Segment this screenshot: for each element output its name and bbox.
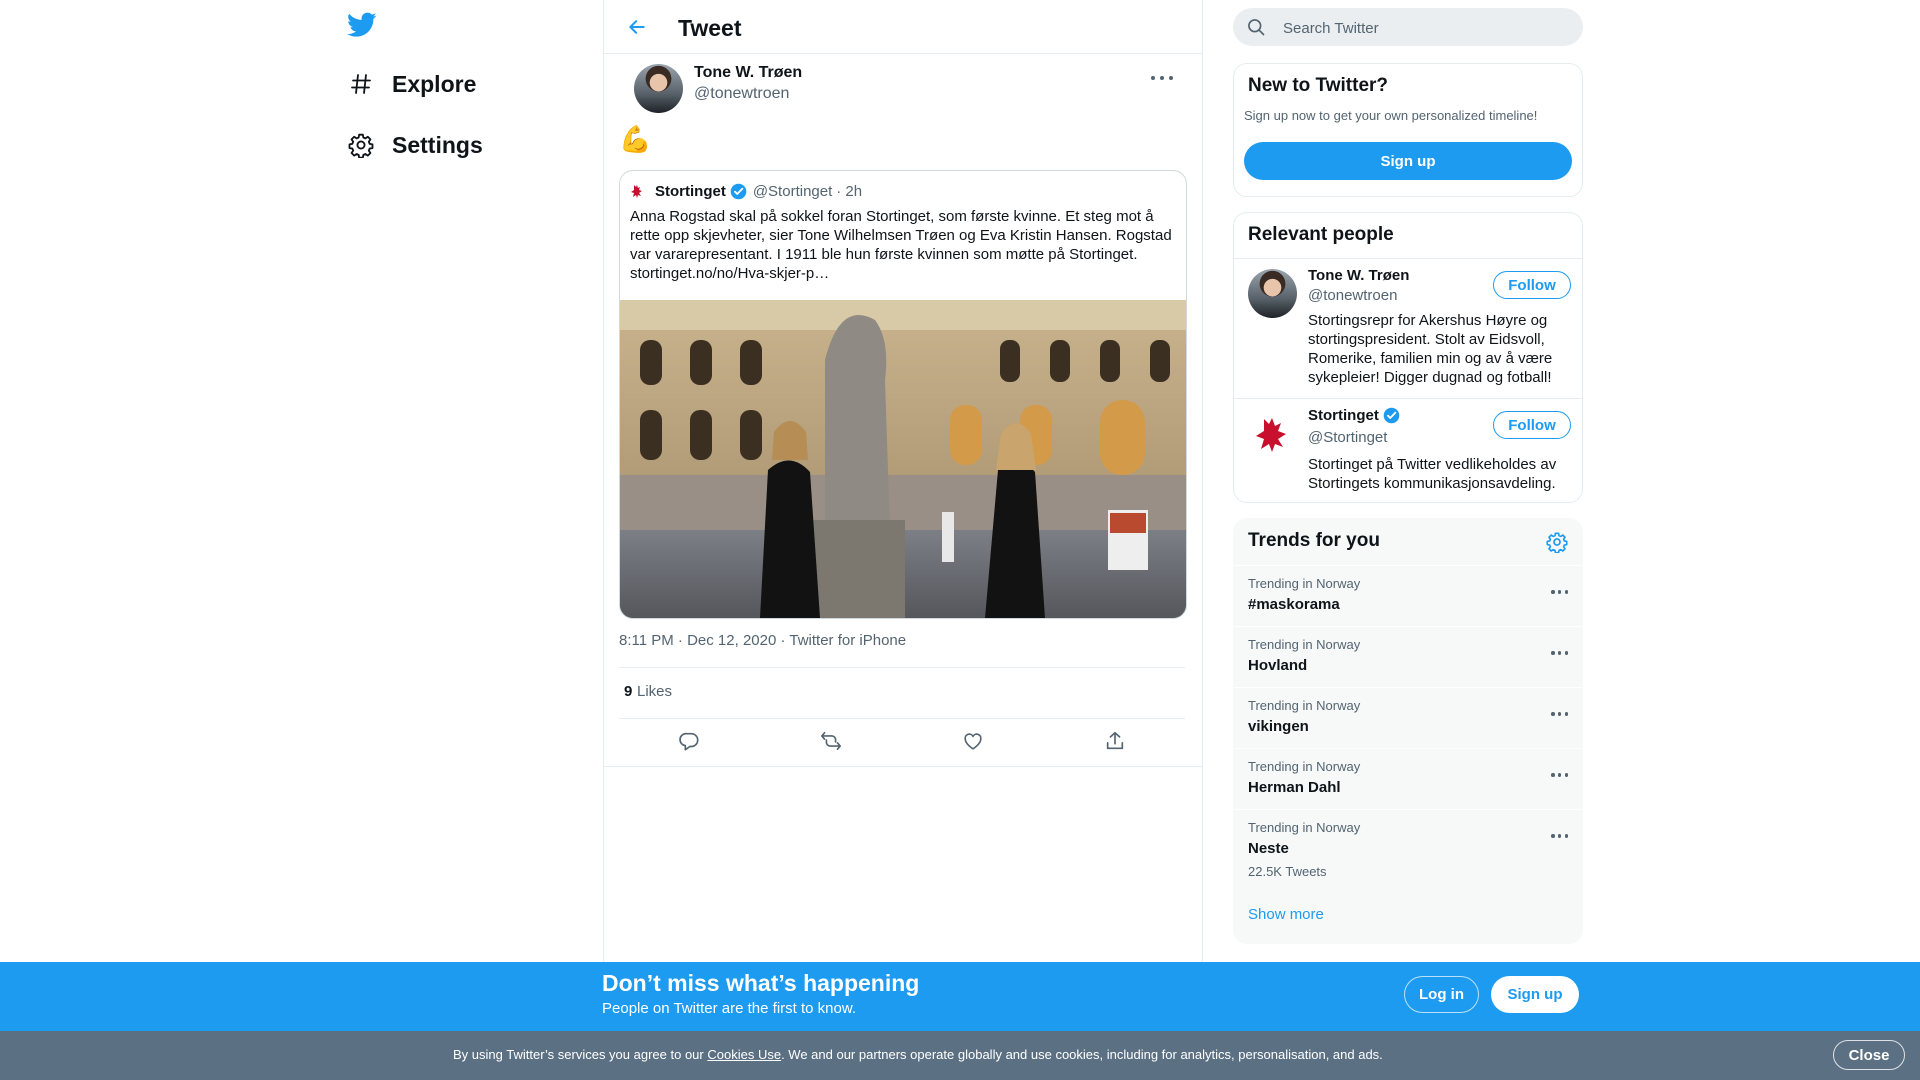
card-title: Relevant people bbox=[1248, 224, 1394, 245]
person-name: Stortinget bbox=[1308, 407, 1379, 424]
nav-item-label: Explore bbox=[392, 70, 477, 97]
likes-row[interactable]: 9 Likes bbox=[619, 667, 1185, 719]
author-name[interactable]: Tone W. Trøen bbox=[694, 64, 802, 82]
card-subtitle: Sign up now to get your own personalized… bbox=[1244, 108, 1538, 123]
like-icon[interactable] bbox=[962, 730, 984, 752]
trend-name: Neste bbox=[1248, 840, 1289, 857]
avatar[interactable] bbox=[634, 64, 683, 113]
search-input[interactable] bbox=[1281, 8, 1575, 48]
signup-banner: Don’t miss what’s happening People on Tw… bbox=[0, 962, 1920, 1031]
trend-context: Trending in Norway bbox=[1248, 698, 1361, 713]
person-handle[interactable]: @Stortinget bbox=[1308, 429, 1387, 446]
trend-context: Trending in Norway bbox=[1248, 576, 1361, 591]
quoted-tweet-photo[interactable] bbox=[620, 300, 1186, 618]
person-bio: Stortinget på Twitter vedlikeholdes av S… bbox=[1308, 456, 1557, 492]
trends-card: Trends for you Trending in Norway #masko… bbox=[1233, 518, 1583, 944]
person-row[interactable]: Tone W. Trøen @tonewtroen Follow Stortin… bbox=[1234, 258, 1582, 399]
trend-name: vikingen bbox=[1248, 718, 1309, 735]
trend-item[interactable]: Trending in Norway Hovland bbox=[1234, 626, 1582, 687]
verified-icon bbox=[1383, 407, 1400, 424]
twitter-bird-icon[interactable] bbox=[347, 12, 381, 40]
stortinget-logo-icon bbox=[630, 183, 646, 199]
more-icon[interactable] bbox=[1151, 70, 1173, 86]
new-to-twitter-card: New to Twitter? Sign up now to get your … bbox=[1233, 63, 1583, 197]
gear-icon bbox=[347, 131, 375, 159]
quoted-time: · 2h bbox=[836, 182, 863, 200]
nav-item-settings[interactable]: Settings bbox=[347, 131, 483, 159]
search-bar[interactable] bbox=[1233, 8, 1583, 48]
quoted-author-name: Stortinget bbox=[655, 182, 726, 200]
sign-up-button[interactable]: Sign up bbox=[1244, 142, 1572, 180]
retweet-icon[interactable] bbox=[820, 730, 842, 752]
tweet-author: Tone W. Trøen @tonewtroen bbox=[619, 54, 1187, 126]
main-header: Tweet bbox=[604, 0, 1202, 54]
avatar[interactable] bbox=[1248, 409, 1297, 458]
quoted-tweet[interactable]: Stortinget @Stortinget · 2h Anna Rogstad… bbox=[619, 170, 1187, 619]
share-icon[interactable] bbox=[1104, 730, 1126, 752]
follow-button[interactable]: Follow bbox=[1493, 271, 1571, 299]
more-icon[interactable] bbox=[1551, 830, 1568, 842]
card-title: Trends for you bbox=[1248, 530, 1380, 551]
search-icon bbox=[1246, 17, 1266, 37]
banner-sign-up-button[interactable]: Sign up bbox=[1491, 976, 1579, 1013]
gear-icon[interactable] bbox=[1546, 531, 1568, 554]
person-name-row[interactable]: Stortinget bbox=[1308, 407, 1400, 424]
main-column: Tweet Tone W. Trøen @tonewtroen 💪 Storti… bbox=[603, 0, 1203, 1080]
hashtag-icon bbox=[347, 70, 375, 98]
tweet-actions bbox=[604, 718, 1202, 767]
banner-subtitle: People on Twitter are the first to know. bbox=[602, 1000, 857, 1017]
cookies-use-link[interactable]: Cookies Use bbox=[707, 1047, 781, 1062]
reply-icon[interactable] bbox=[678, 730, 700, 752]
nav-item-label: Settings bbox=[392, 131, 483, 158]
banner-title: Don’t miss what’s happening bbox=[602, 970, 920, 996]
cookie-text: By using Twitter’s services you agree to… bbox=[453, 1047, 1383, 1062]
likes-label: Likes bbox=[637, 683, 673, 700]
avatar[interactable] bbox=[1248, 269, 1297, 318]
more-icon[interactable] bbox=[1551, 647, 1568, 659]
page-title: Tweet bbox=[678, 15, 742, 41]
close-button[interactable]: Close bbox=[1833, 1040, 1905, 1070]
log-in-button[interactable]: Log in bbox=[1404, 976, 1479, 1013]
person-bio: Stortingsrepr for Akershus Høyre og stor… bbox=[1308, 312, 1553, 386]
more-icon[interactable] bbox=[1551, 586, 1568, 598]
arrow-left-icon[interactable] bbox=[624, 14, 650, 40]
trend-item[interactable]: Trending in Norway vikingen bbox=[1234, 687, 1582, 748]
trend-name: #maskorama bbox=[1248, 596, 1340, 613]
more-icon[interactable] bbox=[1551, 769, 1568, 781]
person-row[interactable]: Stortinget @Stortinget Follow Stortinget… bbox=[1234, 398, 1582, 502]
author-handle[interactable]: @tonewtroen bbox=[694, 85, 789, 103]
trend-name: Herman Dahl bbox=[1248, 779, 1341, 796]
trend-item[interactable]: Trending in Norway #maskorama bbox=[1234, 565, 1582, 626]
quoted-tweet-header: Stortinget @Stortinget · 2h bbox=[630, 181, 862, 201]
trend-count: 22.5K Tweets bbox=[1248, 864, 1327, 879]
tweet-meta: 8:11 PM · Dec 12, 2020 · Twitter for iPh… bbox=[619, 632, 906, 649]
more-icon[interactable] bbox=[1551, 708, 1568, 720]
card-title: New to Twitter? bbox=[1248, 75, 1389, 96]
quoted-author-handle: @Stortinget bbox=[752, 182, 833, 200]
trend-context: Trending in Norway bbox=[1248, 759, 1361, 774]
show-more-link[interactable]: Show more bbox=[1248, 906, 1324, 923]
person-handle[interactable]: @tonewtroen bbox=[1308, 287, 1397, 304]
likes-count: 9 bbox=[624, 683, 633, 700]
verified-icon bbox=[730, 183, 747, 200]
tweet-text: 💪 bbox=[619, 124, 652, 154]
quoted-tweet-text: Anna Rogstad skal på sokkel foran Storti… bbox=[630, 208, 1172, 282]
trend-context: Trending in Norway bbox=[1248, 637, 1361, 652]
tweet: Tone W. Trøen @tonewtroen bbox=[604, 54, 1202, 126]
nav-item-explore[interactable]: Explore bbox=[347, 70, 476, 98]
trend-item[interactable]: Trending in Norway Herman Dahl bbox=[1234, 748, 1582, 809]
relevant-people-card: Relevant people Tone W. Trøen @tonewtroe… bbox=[1233, 212, 1583, 503]
trend-name: Hovland bbox=[1248, 657, 1308, 674]
person-name[interactable]: Tone W. Trøen bbox=[1308, 267, 1409, 284]
cookie-bar: By using Twitter’s services you agree to… bbox=[0, 1031, 1920, 1080]
cookie-text-before: By using Twitter’s services you agree to… bbox=[453, 1047, 708, 1062]
trend-context: Trending in Norway bbox=[1248, 820, 1361, 835]
trend-item[interactable]: Trending in Norway Neste 22.5K Tweets bbox=[1234, 809, 1582, 894]
tweet-timestamp[interactable]: 8:11 PM · Dec 12, 2020 bbox=[619, 632, 776, 649]
follow-button[interactable]: Follow bbox=[1493, 411, 1571, 439]
cookie-text-after: . We and our partners operate globally a… bbox=[781, 1047, 1383, 1062]
tweet-source[interactable]: Twitter for iPhone bbox=[789, 632, 906, 649]
meta-separator: · bbox=[776, 632, 790, 649]
